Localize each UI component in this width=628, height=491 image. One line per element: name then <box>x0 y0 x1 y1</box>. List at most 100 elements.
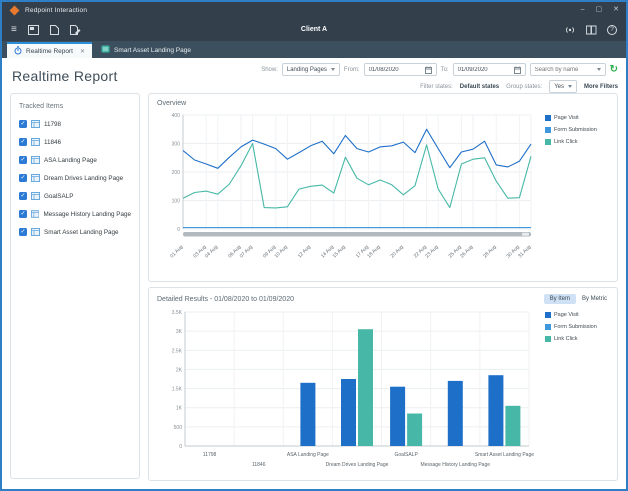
legend-item[interactable]: Link Click <box>545 336 597 342</box>
from-label: From: <box>344 67 360 73</box>
tracked-items-title: Tracked Items <box>19 103 131 110</box>
chevron-down-icon <box>331 68 335 71</box>
filter-states-value: Default states <box>460 84 499 90</box>
x-category-label: 11798 <box>203 452 217 458</box>
page-grid-icon <box>31 174 40 182</box>
y-tick-label: 100 <box>172 199 181 205</box>
y-tick-label: 2.5K <box>172 348 183 354</box>
y-tick-label: 2K <box>176 367 183 373</box>
x-category-label: Smart Asset Landing Page <box>475 452 534 458</box>
item-checkbox[interactable]: ✓ <box>19 138 27 146</box>
tracked-item-label: ASA Landing Page <box>44 157 97 164</box>
legend-swatch-icon <box>545 139 551 145</box>
y-tick-label: 1K <box>176 406 183 412</box>
tracked-item-row[interactable]: ✓ 11846 <box>19 138 131 146</box>
show-label: Show: <box>261 67 278 73</box>
x-tick-label: 31 Aug <box>517 244 532 259</box>
tracked-item-row[interactable]: ✓Message History Landing Page <box>19 210 131 218</box>
minimize-button[interactable]: – <box>581 2 585 18</box>
from-date-field[interactable] <box>364 63 437 76</box>
x-tick-label: 28 Aug <box>482 244 497 259</box>
detailed-results-panel: Detailed Results - 01/08/2020 to 01/09/2… <box>148 287 618 481</box>
legend-item[interactable]: Link Click <box>545 139 597 145</box>
hamburger-menu-icon[interactable]: ≡ <box>11 25 17 35</box>
to-date-field[interactable] <box>453 63 526 76</box>
line-series <box>183 129 531 168</box>
tracked-item-row[interactable]: ✓ ASA Landing Page <box>19 156 131 164</box>
legend-item[interactable]: Page Visit <box>545 312 597 318</box>
y-tick-label: 0 <box>177 227 180 233</box>
broadcast-icon[interactable] <box>564 25 576 35</box>
y-tick-label: 0 <box>179 444 182 450</box>
bar <box>341 379 356 446</box>
item-checkbox[interactable]: ✓ <box>19 156 27 164</box>
scrollbar-thumb[interactable] <box>522 233 529 236</box>
y-tick-label: 1.5K <box>172 387 183 393</box>
window-layout-icon[interactable] <box>28 25 39 35</box>
legend-item[interactable]: Page Visit <box>545 115 597 121</box>
bar <box>505 406 520 446</box>
app-title: Redpoint Interaction <box>25 7 87 14</box>
item-checkbox[interactable]: ✓ <box>19 228 27 236</box>
chart-h-scrollbar[interactable] <box>183 232 531 237</box>
tracked-item-row[interactable]: ✓Dream Drives Landing Page <box>19 174 131 182</box>
page-grid-icon <box>31 192 40 200</box>
item-checkbox[interactable]: ✓ <box>19 192 27 200</box>
stopwatch-icon <box>14 46 22 57</box>
overview-title: Overview <box>157 100 609 107</box>
x-tick-label: 04 Aug <box>204 244 219 259</box>
calendar-icon <box>514 66 521 74</box>
by-metric-button[interactable]: By Metric <box>580 294 609 304</box>
tab-label: Realtime Report <box>26 48 73 55</box>
from-date-input[interactable] <box>369 67 421 73</box>
more-filters-button[interactable]: More Filters <box>584 84 618 90</box>
group-states-dropdown[interactable]: Yes <box>549 80 577 93</box>
edit-document-icon[interactable] <box>70 25 81 35</box>
page-grid-icon <box>31 120 40 128</box>
tracked-item-row[interactable]: ✓11798 <box>19 120 131 128</box>
group-states-label: Group states: <box>506 84 542 90</box>
bar <box>358 329 373 446</box>
legend-item[interactable]: Form Submission <box>545 127 597 133</box>
x-tick-label: 12 Aug <box>297 244 312 259</box>
new-document-icon[interactable] <box>50 25 59 35</box>
window-controls: – ▢ ✕ <box>581 2 619 18</box>
bar <box>488 375 503 446</box>
x-tick-label: 20 Aug <box>390 244 405 259</box>
bar <box>407 414 422 447</box>
legend-item[interactable]: Form Submission <box>545 324 597 330</box>
legend-label: Form Submission <box>554 127 597 133</box>
tracked-item-row[interactable]: ✓GoalSALP <box>19 192 131 200</box>
to-date-input[interactable] <box>458 67 510 73</box>
show-dropdown[interactable]: Landing Pages <box>282 63 340 76</box>
tracked-item-label: Smart Asset Landing Page <box>44 229 119 236</box>
tracked-items-panel: Tracked Items ✓11798✓11846✓ASA Landing P… <box>10 93 140 479</box>
maximize-button[interactable]: ▢ <box>596 2 603 18</box>
tab-smart-asset-landing-page[interactable]: Smart Asset Landing Page <box>92 42 200 58</box>
x-tick-label: 23 Aug <box>424 244 439 259</box>
x-tick-label: 15 Aug <box>332 244 347 259</box>
tab-realtime-report[interactable]: Realtime Report ✕ <box>7 42 92 58</box>
x-tick-label: 18 Aug <box>366 244 381 259</box>
search-field[interactable] <box>530 63 606 76</box>
x-tick-label: 26 Aug <box>459 244 474 259</box>
y-tick-label: 3K <box>176 329 183 335</box>
search-input[interactable] <box>535 67 593 73</box>
tab-close-icon[interactable]: ✕ <box>80 48 85 55</box>
legend-swatch-icon <box>545 115 551 121</box>
x-tick-label: 01 Aug <box>169 244 184 259</box>
tracked-items-list: ✓11798✓11846✓ASA Landing Page✓Dream Driv… <box>19 120 131 236</box>
tracked-item-label: 11846 <box>44 139 61 146</box>
window-close-button[interactable]: ✕ <box>613 2 619 18</box>
legend-label: Form Submission <box>554 324 597 330</box>
x-category-label: ASA Landing Page <box>287 452 329 458</box>
item-checkbox[interactable]: ✓ <box>19 210 27 218</box>
item-checkbox[interactable]: ✓ <box>19 120 27 128</box>
by-item-button[interactable]: By Item <box>544 294 576 304</box>
book-icon[interactable] <box>586 25 597 35</box>
item-checkbox[interactable]: ✓ <box>19 174 27 182</box>
chevron-down-icon <box>568 85 572 88</box>
tracked-item-row[interactable]: ✓ Smart Asset Landing Page <box>19 228 131 236</box>
help-icon[interactable]: ? <box>607 25 617 35</box>
refresh-icon[interactable]: ↻ <box>610 65 618 75</box>
